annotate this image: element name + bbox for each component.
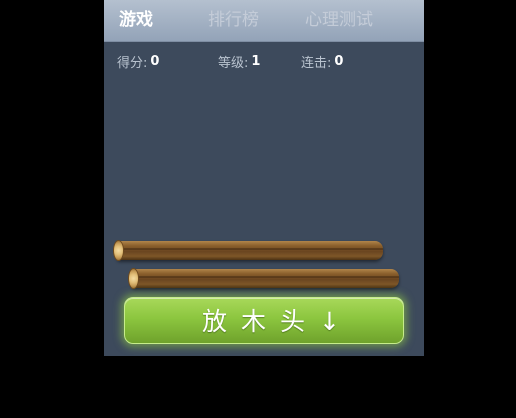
stacked-log-bottom xyxy=(128,268,399,289)
tab-leaderboard[interactable]: 排行榜 xyxy=(208,0,259,41)
tab-bar: 游戏 排行榜 心理测试 xyxy=(104,0,424,42)
stacked-log-top xyxy=(113,240,383,261)
score-stat: 得分: 0 xyxy=(117,52,159,71)
combo-stat: 连击: 0 xyxy=(301,52,343,71)
combo-label: 连击: xyxy=(301,56,332,71)
game-panel: 游戏 排行榜 心理测试 得分: 0 等级: 1 连击: 0 放木头↓ xyxy=(104,0,424,356)
stats-bar: 得分: 0 等级: 1 连击: 0 xyxy=(104,52,424,72)
level-label: 等级: xyxy=(218,56,249,71)
score-value: 0 xyxy=(150,54,160,69)
log-end-icon xyxy=(128,268,139,289)
level-stat: 等级: 1 xyxy=(218,52,260,71)
score-label: 得分: xyxy=(117,56,148,71)
combo-value: 0 xyxy=(334,54,344,69)
log-end-icon xyxy=(113,240,124,261)
tab-psych-test[interactable]: 心理测试 xyxy=(305,0,373,41)
level-value: 1 xyxy=(251,54,261,69)
drop-log-button[interactable]: 放木头↓ xyxy=(124,297,404,344)
tab-game[interactable]: 游戏 xyxy=(119,0,153,41)
